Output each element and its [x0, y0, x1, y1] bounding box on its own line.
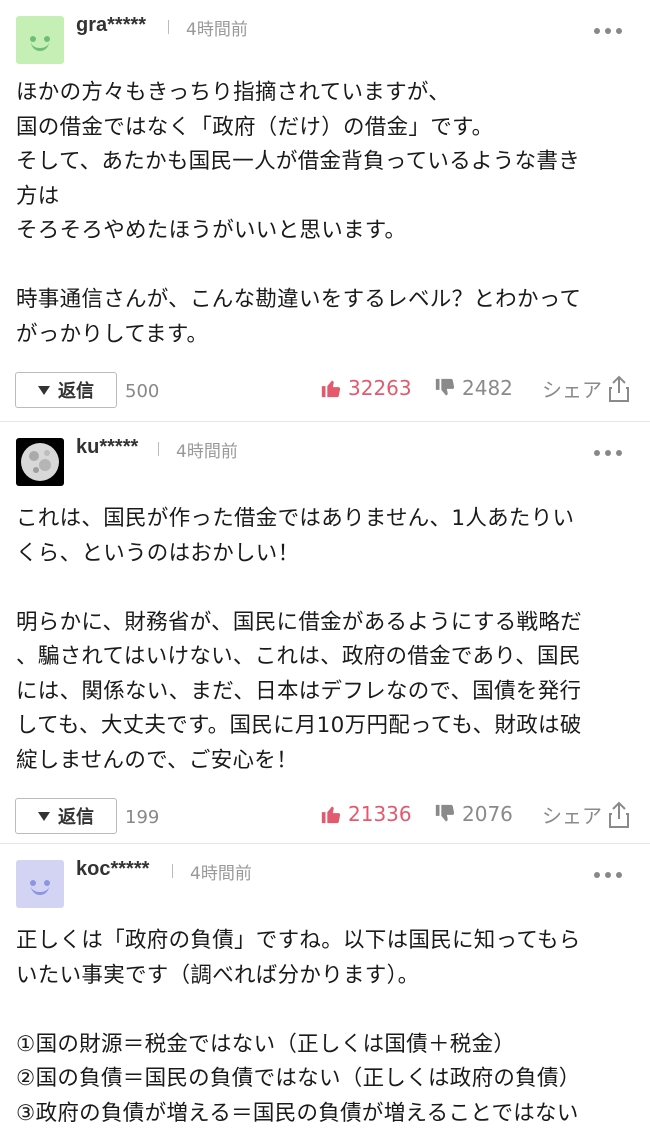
share-button[interactable]: シェア	[542, 374, 630, 403]
comment-header: gra***** 4時間前	[0, 0, 650, 66]
share-icon	[609, 801, 629, 828]
share-button[interactable]: シェア	[542, 800, 630, 829]
caret-down-icon	[38, 811, 50, 821]
share-label: シェア	[542, 378, 602, 402]
avatar-mouth-icon	[31, 42, 49, 51]
reply-count: 199	[125, 807, 160, 828]
comment-item: gra***** 4時間前 ほかの方々もきっちり指摘されていますが、 国の借金で…	[0, 0, 650, 422]
comment-text: これは、国民が作った借金ではありません、1人あたりい くら、というのはおかしい！…	[16, 506, 582, 773]
comment-item: ku***** 4時間前 これは、国民が作った借金ではありません、1人あたりい …	[0, 422, 650, 844]
thumbs-down-icon	[435, 804, 455, 822]
divider	[158, 442, 159, 456]
reply-count: 500	[125, 381, 160, 402]
like-button[interactable]: 32263	[320, 376, 412, 400]
dislike-button[interactable]: 2076	[434, 802, 513, 826]
timestamp: 4時間前	[176, 442, 238, 462]
reply-label: 返信	[58, 807, 94, 828]
like-count: 32263	[348, 376, 412, 400]
comment-header: ku***** 4時間前	[0, 422, 650, 488]
dislike-count: 2482	[462, 376, 513, 400]
more-options-icon[interactable]	[594, 28, 622, 34]
comment-header: koc***** 4時間前	[0, 844, 650, 910]
avatar[interactable]	[16, 438, 64, 486]
divider	[172, 864, 173, 878]
comment-text: 正しくは「政府の負債」ですね。以下は国民に知ってもら いたい事実です（調べれば分…	[16, 928, 581, 1126]
more-options-icon[interactable]	[594, 872, 622, 878]
reply-label: 返信	[58, 381, 94, 402]
caret-down-icon	[38, 385, 50, 395]
share-icon	[609, 375, 629, 402]
timestamp: 4時間前	[186, 20, 248, 40]
reply-button[interactable]: 返信	[15, 372, 117, 408]
comment-text: ほかの方々もきっちり指摘されていますが、 国の借金ではなく「政府（だけ）の借金」…	[16, 80, 582, 347]
like-button[interactable]: 21336	[320, 802, 412, 826]
avatar[interactable]	[16, 860, 64, 908]
comment-actions: 返信 500 32263 2482 シェア	[0, 366, 650, 428]
timestamp: 4時間前	[190, 864, 252, 884]
username[interactable]: gra*****	[76, 14, 146, 37]
dislike-count: 2076	[462, 802, 513, 826]
more-options-icon[interactable]	[594, 450, 622, 456]
thumbs-up-icon	[321, 380, 341, 398]
avatar-mouth-icon	[31, 886, 49, 895]
comment-item: koc***** 4時間前 正しくは「政府の負債」ですね。以下は国民に知ってもら…	[0, 844, 650, 1128]
divider	[168, 20, 169, 34]
like-count: 21336	[348, 802, 412, 826]
moon-icon	[21, 443, 59, 481]
thumbs-up-icon	[321, 806, 341, 824]
reply-button[interactable]: 返信	[15, 798, 117, 834]
thumbs-down-icon	[435, 378, 455, 396]
username[interactable]: koc*****	[76, 858, 149, 881]
dislike-button[interactable]: 2482	[434, 376, 513, 400]
share-label: シェア	[542, 804, 602, 828]
avatar[interactable]	[16, 16, 64, 64]
username[interactable]: ku*****	[76, 436, 138, 459]
